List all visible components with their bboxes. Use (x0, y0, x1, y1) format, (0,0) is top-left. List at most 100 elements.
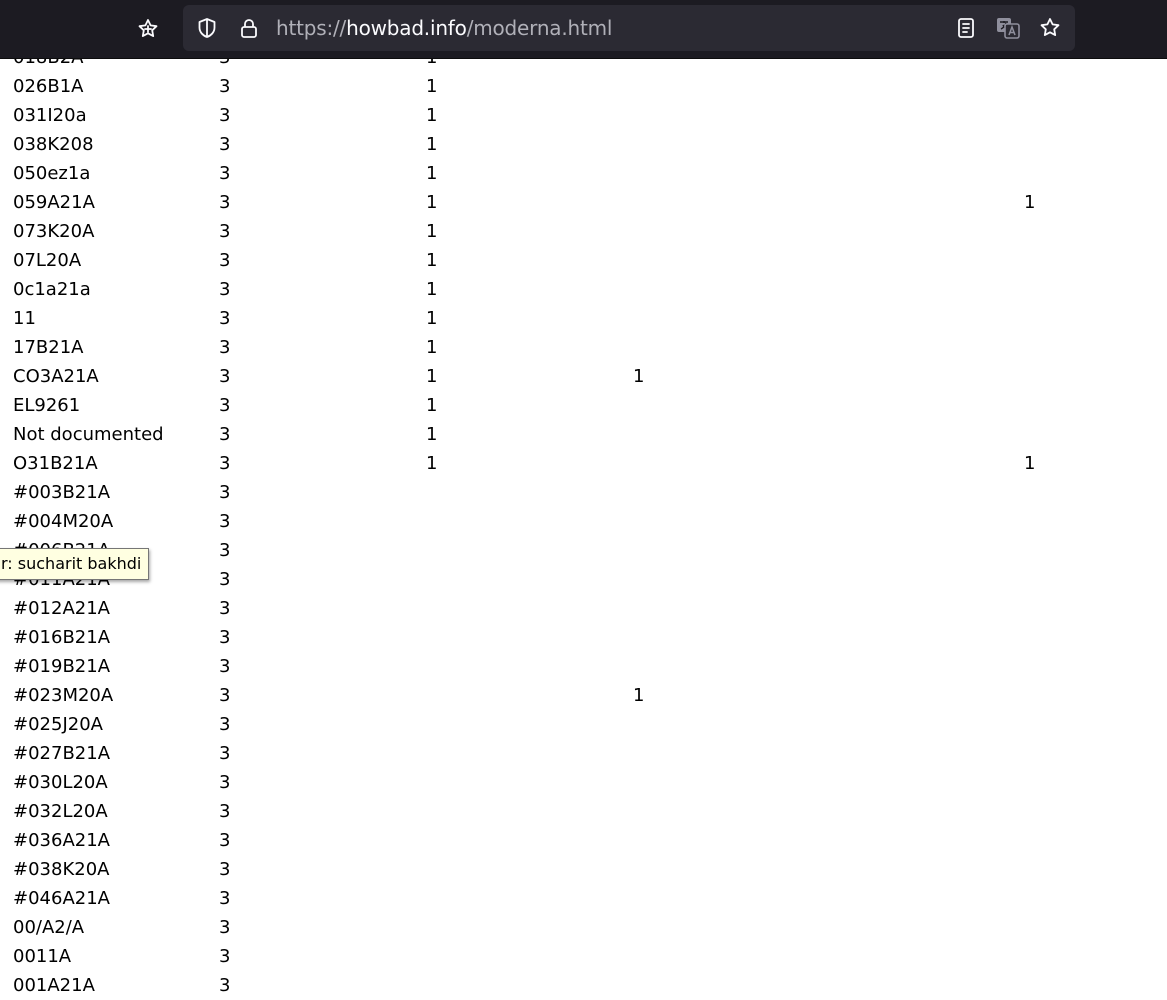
count-cell (426, 507, 633, 536)
count-cell (426, 710, 633, 739)
table-row: #019B21A 3 (0, 652, 1164, 681)
count-cell (633, 217, 1024, 246)
table-row: 038K208 3 1 (0, 130, 1164, 159)
count-cell: 3 (219, 511, 231, 532)
count-cell (426, 565, 633, 594)
lot-number-cell: #030L20A (13, 772, 108, 793)
lot-number-cell: 0c1a21a (13, 279, 91, 300)
count-cell: 3 (219, 279, 231, 300)
count-cell: 1 (426, 76, 438, 97)
count-cell: 3 (219, 424, 231, 445)
page-content: 018B2A31026B1A31031I20a31038K20831050ez1… (0, 43, 1167, 1000)
count-cell: 1 (426, 250, 438, 271)
table-row: #038K20A 3 (0, 855, 1164, 884)
count-cell (1024, 681, 1164, 710)
translate-icon[interactable] (991, 11, 1025, 45)
tooltip: r: sucharit bakhdi (0, 548, 150, 580)
count-cell: 1 (426, 134, 438, 155)
lot-number-cell: 17B21A (13, 337, 84, 358)
count-cell: 1 (1024, 192, 1036, 213)
browser-toolbar: https://howbad.info/moderna.html (0, 0, 1167, 59)
count-cell (1024, 478, 1164, 507)
count-cell: 1 (426, 163, 438, 184)
count-cell (633, 710, 1024, 739)
count-cell: 1 (426, 308, 438, 329)
bookmark-star-settings-icon[interactable] (131, 12, 165, 46)
count-cell (426, 739, 633, 768)
count-cell: 3 (219, 540, 231, 561)
count-cell: 3 (219, 221, 231, 242)
count-cell: 3 (219, 395, 231, 416)
table-row: 031I20a 3 1 (0, 101, 1164, 130)
count-cell (633, 478, 1024, 507)
count-cell (426, 971, 633, 1000)
count-cell: 3 (219, 569, 231, 590)
lot-number-cell: #012A21A (13, 598, 110, 619)
count-cell (1024, 623, 1164, 652)
lot-number-cell: #004M20A (13, 511, 114, 532)
count-cell: 3 (219, 888, 231, 909)
table-row: Not documented 3 1 (0, 420, 1164, 449)
count-cell (633, 130, 1024, 159)
count-cell: 1 (426, 192, 438, 213)
count-cell (633, 507, 1024, 536)
count-cell: 3 (219, 772, 231, 793)
count-cell: 3 (219, 975, 231, 996)
count-cell: 1 (426, 105, 438, 126)
lot-number-cell: CO3A21A (13, 366, 99, 387)
count-cell (426, 768, 633, 797)
count-cell (1024, 217, 1164, 246)
count-cell: 1 (426, 279, 438, 300)
count-cell (426, 826, 633, 855)
table-row: 00/A2/A 3 (0, 913, 1164, 942)
count-cell: 3 (219, 714, 231, 735)
count-cell: 1 (426, 221, 438, 242)
lot-number-cell: 0011A (13, 946, 72, 967)
lot-number-cell: #003B21A (13, 482, 111, 503)
lot-number-cell: 00/A2/A (13, 917, 85, 938)
count-cell (1024, 826, 1164, 855)
lot-number-cell: 059A21A (13, 192, 95, 213)
count-cell (633, 565, 1024, 594)
count-cell: 3 (219, 482, 231, 503)
count-cell (1024, 652, 1164, 681)
count-cell (426, 623, 633, 652)
count-cell (1024, 710, 1164, 739)
count-cell (633, 913, 1024, 942)
table-row: 026B1A 3 1 (0, 72, 1164, 101)
count-cell (633, 275, 1024, 304)
count-cell (633, 304, 1024, 333)
count-cell (1024, 72, 1164, 101)
count-cell (633, 884, 1024, 913)
lot-number-cell: 038K208 (13, 134, 94, 155)
lot-number-cell: 001A21A (13, 975, 95, 996)
count-cell: 3 (219, 453, 231, 474)
address-bar[interactable]: https://howbad.info/moderna.html (183, 5, 1075, 51)
url-text[interactable]: https://howbad.info/moderna.html (276, 5, 612, 51)
bookmark-star-icon[interactable] (1033, 11, 1067, 45)
lot-number-cell: 073K20A (13, 221, 95, 242)
count-cell: 3 (219, 946, 231, 967)
count-cell (426, 478, 633, 507)
count-cell (633, 768, 1024, 797)
count-cell (1024, 507, 1164, 536)
lot-number-cell: EL9261 (13, 395, 81, 416)
count-cell (426, 652, 633, 681)
count-cell (633, 739, 1024, 768)
count-cell: 3 (219, 337, 231, 358)
lot-number-cell: 026B1A (13, 76, 84, 97)
count-cell: 3 (219, 192, 231, 213)
table-row: #012A21A 3 (0, 594, 1164, 623)
count-cell: 1 (426, 337, 438, 358)
count-cell (426, 884, 633, 913)
lot-number-cell: #019B21A (13, 656, 111, 677)
count-cell (633, 449, 1024, 478)
tracking-protection-shield-icon[interactable] (190, 11, 224, 45)
lock-icon[interactable] (232, 11, 266, 45)
table-row: #032L20A 3 (0, 797, 1164, 826)
lot-number-cell: 11 (13, 308, 36, 329)
reader-view-icon[interactable] (949, 11, 983, 45)
count-cell (426, 797, 633, 826)
count-cell (1024, 246, 1164, 275)
count-cell (633, 971, 1024, 1000)
